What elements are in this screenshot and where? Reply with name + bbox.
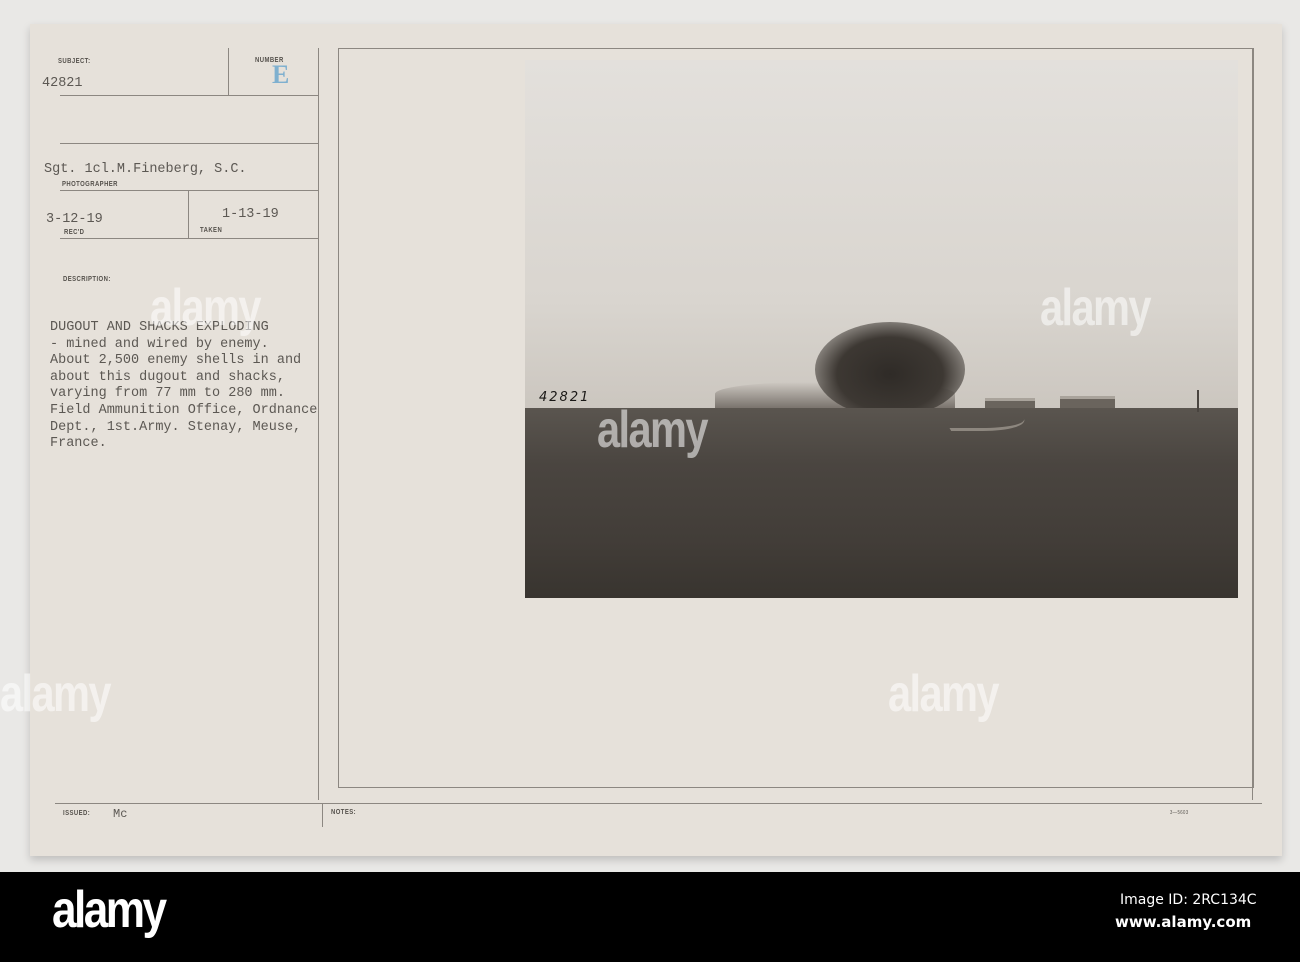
description-text: DUGOUT AND SHACKS EXPLODING - mined and … xyxy=(50,320,317,453)
handwritten-number: 42821 xyxy=(539,390,591,405)
photographer-label: PHOTOGRAPHER xyxy=(62,181,118,188)
divider xyxy=(60,95,318,96)
description-line: about this dugout and shacks, xyxy=(50,369,285,385)
divider xyxy=(60,190,318,191)
divider xyxy=(60,238,318,239)
taken-label: TAKEN xyxy=(200,227,223,234)
description-label: DESCRIPTION: xyxy=(63,276,111,283)
watermark: alamy xyxy=(150,279,262,337)
description-line: - mined and wired by enemy. xyxy=(50,336,269,352)
number-value: E xyxy=(272,60,290,89)
divider xyxy=(188,190,189,238)
telegraph-pole xyxy=(1197,390,1199,412)
description-line: Dept., 1st.Army. Stenay, Meuse, xyxy=(50,419,302,435)
watermark: alamy xyxy=(1040,279,1152,337)
description-line: France. xyxy=(50,436,107,452)
description-line: Field Ammunition Office, Ordnance xyxy=(50,402,318,418)
description-line: varying from 77 mm to 280 mm. xyxy=(50,386,285,402)
recd-value: 3-12-19 xyxy=(46,212,103,227)
divider xyxy=(1252,48,1253,800)
issued-label: ISSUED: xyxy=(63,810,91,817)
alamy-logo: alamy xyxy=(52,881,167,939)
description-line: About 2,500 enemy shells in and xyxy=(50,353,302,369)
notes-label: NOTES: xyxy=(331,809,357,816)
site-url[interactable]: www.alamy.com xyxy=(1115,913,1251,931)
divider xyxy=(60,143,318,144)
divider xyxy=(322,803,323,827)
watermark: alamy xyxy=(888,665,1000,723)
photographer-value: Sgt. 1cl.M.Fineberg, S.C. xyxy=(44,162,247,177)
form-code: 3—5603 xyxy=(1170,810,1189,816)
watermark: alamy xyxy=(0,665,112,723)
image-id: Image ID: 2RC134C xyxy=(1120,892,1257,908)
divider xyxy=(55,803,1262,804)
divider xyxy=(228,48,229,95)
explosion-smoke xyxy=(815,322,965,417)
recd-label: REC'D xyxy=(64,229,85,236)
footer-bar xyxy=(0,872,1300,962)
issued-value: Mc xyxy=(113,807,128,821)
subject-value: 42821 xyxy=(42,76,83,91)
subject-label: SUBJECT: xyxy=(58,58,91,65)
column-divider xyxy=(318,48,319,800)
watermark: alamy xyxy=(597,401,709,459)
taken-value: 1-13-19 xyxy=(222,207,279,222)
